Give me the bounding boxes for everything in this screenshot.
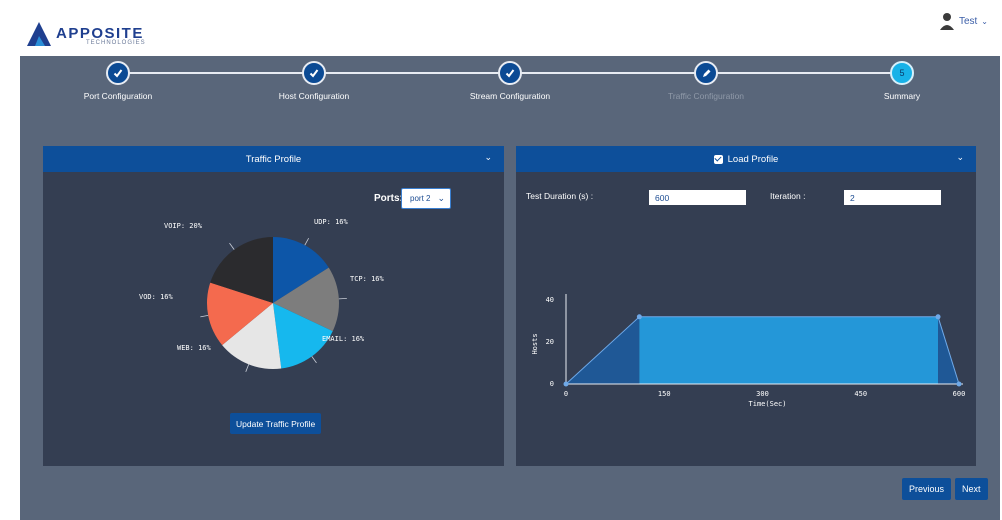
chevron-down-icon: ⌄ bbox=[437, 193, 445, 203]
step-2-indicator[interactable] bbox=[302, 61, 326, 85]
step-4-indicator[interactable] bbox=[694, 61, 718, 85]
update-traffic-profile-button[interactable]: Update Traffic Profile bbox=[230, 413, 322, 434]
step-number: 5 bbox=[899, 68, 905, 78]
load-data-point[interactable] bbox=[636, 314, 642, 320]
x-tick-label: 300 bbox=[756, 390, 769, 398]
step-label-stream-configuration[interactable]: Stream Configuration bbox=[430, 91, 590, 101]
checkmark-icon bbox=[113, 69, 123, 78]
app-header: APPOSITE TECHNOLOGIES Test ⌄ bbox=[0, 0, 1002, 56]
load-data-point[interactable] bbox=[956, 381, 962, 387]
pie-label-voip: VOIP: 20% bbox=[164, 222, 202, 230]
step-label-summary[interactable]: Summary bbox=[822, 91, 982, 101]
step-connector bbox=[118, 72, 314, 74]
traffic-profile-header[interactable]: Traffic Profile ⌄ bbox=[43, 146, 504, 172]
ports-label: Ports: bbox=[374, 193, 403, 204]
x-tick-label: 150 bbox=[658, 390, 671, 398]
step-label-traffic-configuration[interactable]: Traffic Configuration bbox=[626, 91, 786, 101]
plateau-area bbox=[639, 316, 939, 384]
wizard-stepper: 5 Port Configuration Host Configuration … bbox=[20, 56, 1000, 126]
ports-select-value: port 2 bbox=[410, 194, 431, 203]
wizard-main: 5 Port Configuration Host Configuration … bbox=[20, 56, 1000, 520]
step-1-indicator[interactable] bbox=[106, 61, 130, 85]
x-axis-label: Time(Sec) bbox=[749, 400, 787, 408]
pie-leader-line bbox=[229, 242, 235, 250]
x-tick-label: 450 bbox=[854, 390, 867, 398]
load-data-point[interactable] bbox=[563, 381, 569, 387]
pie-leader-line bbox=[245, 364, 250, 372]
load-data-point[interactable] bbox=[935, 314, 941, 320]
pie-label-web: WEB: 16% bbox=[177, 344, 211, 352]
load-profile-panel: Load Profile ⌄ Test Duration (s) : 600 I… bbox=[516, 146, 976, 466]
pie-leader-line bbox=[304, 237, 310, 246]
pie-label-udp: UDP: 16% bbox=[314, 218, 348, 226]
y-tick-label: 40 bbox=[546, 296, 554, 304]
user-avatar-icon bbox=[939, 13, 954, 30]
pie-label-email: EMAIL: 16% bbox=[322, 335, 365, 343]
y-tick-label: 0 bbox=[550, 380, 554, 388]
pie-label-tcp: TCP: 16% bbox=[350, 275, 384, 283]
ports-select[interactable]: port 2 ⌄ bbox=[401, 188, 451, 209]
x-tick-label: 0 bbox=[564, 390, 568, 398]
pie-label-vod: VOD: 16% bbox=[139, 293, 173, 301]
step-3-indicator[interactable] bbox=[498, 61, 522, 85]
pie-leader-line bbox=[311, 356, 317, 364]
y-tick-label: 20 bbox=[546, 338, 554, 346]
load-profile-chart: 0 150 300 450 600 0 20 40 Time(Sec) Hosts bbox=[531, 294, 966, 408]
checkmark-icon bbox=[309, 69, 319, 78]
pie-leader-line bbox=[338, 297, 347, 300]
traffic-pie-chart bbox=[200, 237, 347, 372]
user-menu[interactable]: Test ⌄ bbox=[939, 12, 988, 30]
traffic-profile-title: Traffic Profile bbox=[245, 153, 302, 165]
step-label-port-configuration[interactable]: Port Configuration bbox=[38, 91, 198, 101]
user-name: Test bbox=[958, 15, 978, 27]
step-5-indicator[interactable]: 5 bbox=[890, 61, 914, 85]
x-tick-label: 600 bbox=[953, 390, 966, 398]
chevron-down-icon[interactable]: ⌄ bbox=[484, 152, 492, 163]
y-axis-label: Hosts bbox=[531, 333, 539, 354]
chevron-down-icon: ⌄ bbox=[981, 16, 988, 26]
step-connector bbox=[314, 72, 510, 74]
previous-button[interactable]: Previous bbox=[902, 478, 952, 500]
next-button[interactable]: Next bbox=[955, 478, 988, 500]
pie-leader-line bbox=[200, 314, 209, 318]
step-connector bbox=[510, 72, 706, 74]
pencil-icon bbox=[702, 69, 710, 77]
traffic-profile-panel: Traffic Profile ⌄ Ports: port 2 ⌄ UDP: 1… bbox=[43, 146, 504, 466]
step-connector bbox=[706, 72, 902, 74]
brand-tagline: TECHNOLOGIES bbox=[86, 40, 146, 46]
step-label-host-configuration[interactable]: Host Configuration bbox=[234, 91, 394, 101]
checkmark-icon bbox=[505, 69, 515, 78]
